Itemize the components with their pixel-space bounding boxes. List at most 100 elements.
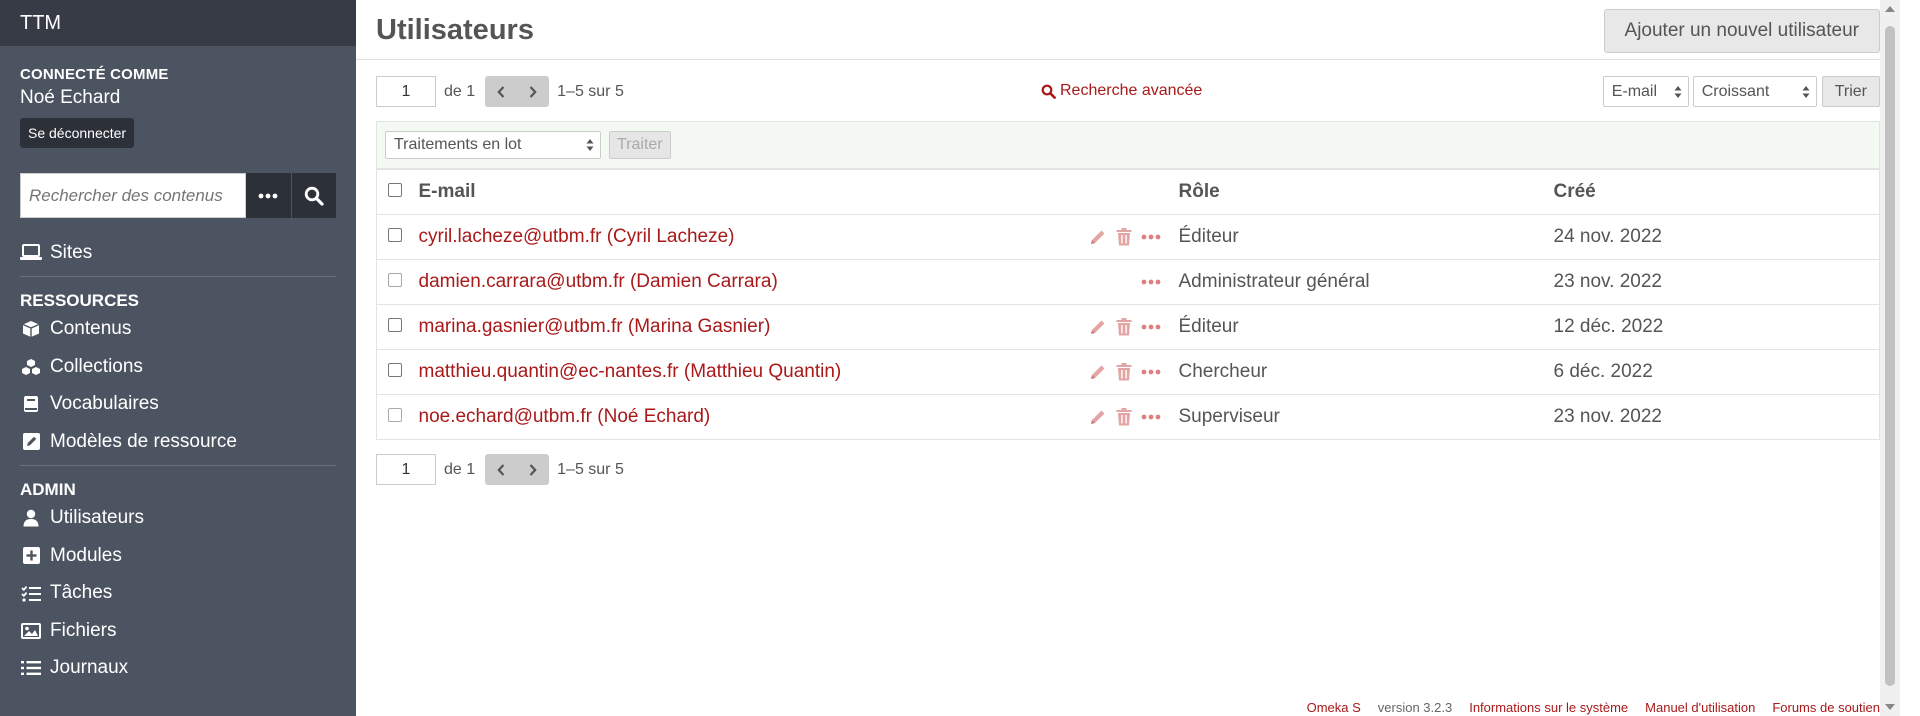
- select-arrows-icon: [1674, 85, 1682, 98]
- row-checkbox[interactable]: [388, 363, 402, 377]
- footer-product-link[interactable]: Omeka S: [1307, 700, 1361, 715]
- email-cell: marina.gasnier@utbm.fr (Marina Gasnier): [418, 304, 1179, 350]
- created-cell: 23 nov. 2022: [1553, 394, 1880, 440]
- more-actions-icon[interactable]: [1141, 279, 1161, 285]
- row-select-cell: [376, 259, 419, 305]
- footer-forums-link[interactable]: Forums de soutien: [1772, 700, 1880, 715]
- sidebar-item-label: Collections: [50, 355, 143, 377]
- user-email-link[interactable]: cyril.lacheze@utbm.fr (Cyril Lacheze): [419, 226, 735, 248]
- edit-icon[interactable]: [1089, 363, 1107, 381]
- page-number-input[interactable]: [376, 454, 436, 485]
- site-brand[interactable]: TTM: [0, 0, 356, 46]
- footer-manual-link[interactable]: Manuel d'utilisation: [1645, 700, 1755, 715]
- sidebar-item-label: Journaux: [50, 657, 129, 679]
- more-actions-icon[interactable]: [1141, 414, 1161, 420]
- logged-in-label: CONNECTÉ COMME: [20, 66, 169, 83]
- more-actions-icon[interactable]: [1141, 369, 1161, 375]
- sort-by-select[interactable]: E-mail: [1602, 76, 1689, 107]
- email-cell: damien.carrara@utbm.fr (Damien Carrara): [418, 259, 1179, 305]
- batch-actions-bar: Traitements en lot Traiter: [376, 121, 1880, 169]
- search-submit-button[interactable]: [291, 173, 336, 218]
- sidebar-item-label: Modèles de ressource: [50, 430, 237, 452]
- table-row: marina.gasnier@utbm.fr (Marina Gasnier) …: [376, 304, 1880, 350]
- delete-icon[interactable]: [1116, 408, 1132, 426]
- logout-button[interactable]: Se déconnecter: [20, 118, 135, 148]
- sidebar-item-sites[interactable]: Sites: [20, 234, 336, 272]
- row-actions: [1089, 363, 1179, 381]
- sidebar-item-vocabulaires[interactable]: Vocabulaires: [20, 386, 336, 424]
- scroll-down-arrow[interactable]: [1885, 704, 1895, 710]
- email-cell: noe.echard@utbm.fr (Noé Echard): [418, 394, 1179, 440]
- sidebar: TTM CONNECTÉ COMME Noé Echard Se déconne…: [0, 0, 356, 716]
- sidebar-item-collections[interactable]: Collections: [20, 348, 336, 386]
- footer-system-info-link[interactable]: Informations sur le système: [1469, 700, 1628, 715]
- footer: Omeka S version 3.2.3 Informations sur l…: [1307, 700, 1880, 715]
- delete-icon[interactable]: [1116, 363, 1132, 381]
- user-name-link[interactable]: Noé Echard: [20, 87, 336, 109]
- sort-order-select[interactable]: Croissant: [1692, 76, 1817, 107]
- row-checkbox[interactable]: [388, 228, 402, 242]
- tasks-icon: [20, 583, 42, 603]
- sidebar-item-utilisateurs[interactable]: Utilisateurs: [20, 500, 336, 538]
- table-header-row: E-mail Rôle Créé: [376, 169, 1880, 215]
- divider: [20, 275, 336, 277]
- user-email-link[interactable]: marina.gasnier@utbm.fr (Marina Gasnier): [419, 316, 771, 338]
- scroll-up-arrow[interactable]: [1885, 6, 1895, 12]
- select-all-checkbox[interactable]: [388, 183, 402, 197]
- select-arrows-icon: [1802, 85, 1810, 98]
- search-input[interactable]: [20, 173, 246, 218]
- delete-icon[interactable]: [1116, 318, 1132, 336]
- row-actions: [1089, 228, 1179, 246]
- search-options-button[interactable]: [246, 173, 291, 218]
- advanced-search-link[interactable]: Recherche avancée: [1041, 82, 1202, 100]
- batch-go-button[interactable]: Traiter: [609, 131, 671, 159]
- add-user-button[interactable]: Ajouter un nouvel utilisateur: [1603, 9, 1880, 53]
- user-email-link[interactable]: damien.carrara@utbm.fr (Damien Carrara): [419, 271, 778, 293]
- more-actions-icon[interactable]: [1141, 324, 1161, 330]
- sidebar-search: [20, 173, 336, 218]
- chevron-right-icon: [529, 463, 537, 476]
- next-page-button[interactable]: [517, 454, 549, 485]
- row-checkbox[interactable]: [388, 273, 402, 287]
- sort-button[interactable]: Trier: [1821, 76, 1880, 107]
- next-page-button[interactable]: [517, 76, 549, 107]
- role-cell: Chercheur: [1178, 349, 1554, 395]
- delete-icon[interactable]: [1116, 228, 1132, 246]
- sidebar-item-journaux[interactable]: Journaux: [20, 650, 336, 688]
- sidebar-item-fichiers[interactable]: Fichiers: [20, 612, 336, 650]
- column-header-email: E-mail: [418, 169, 1179, 215]
- scrollbar-thumb[interactable]: [1885, 26, 1895, 686]
- main-content: Utilisateurs Ajouter un nouvel utilisate…: [356, 0, 1900, 716]
- edit-icon[interactable]: [1089, 228, 1107, 246]
- section-title-resources: RESSOURCES: [20, 290, 140, 310]
- select-arrows-icon: [586, 139, 594, 151]
- sidebar-item-label: Contenus: [50, 318, 132, 340]
- edit-icon[interactable]: [1089, 318, 1107, 336]
- chevron-right-icon: [529, 85, 537, 98]
- row-checkbox[interactable]: [388, 318, 402, 332]
- previous-page-button[interactable]: [485, 454, 517, 485]
- previous-page-button[interactable]: [485, 76, 517, 107]
- table-row: cyril.lacheze@utbm.fr (Cyril Lacheze) Éd…: [376, 214, 1880, 260]
- column-header-created: Créé: [1553, 169, 1880, 215]
- sidebar-item-modules[interactable]: Modules: [20, 537, 336, 575]
- more-actions-icon[interactable]: [1141, 234, 1161, 240]
- batch-actions-select[interactable]: Traitements en lot: [385, 131, 601, 159]
- sidebar-item-contenus[interactable]: Contenus: [20, 311, 336, 349]
- row-actions: [1089, 318, 1179, 336]
- row-checkbox[interactable]: [388, 408, 402, 422]
- sidebar-item-label: Sites: [50, 241, 93, 263]
- edit-icon[interactable]: [1089, 408, 1107, 426]
- sidebar-item-modeles[interactable]: Modèles de ressource: [20, 423, 336, 461]
- sidebar-item-taches[interactable]: Tâches: [20, 575, 336, 613]
- user-email-link[interactable]: noe.echard@utbm.fr (Noé Echard): [419, 406, 711, 428]
- role-cell: Administrateur général: [1178, 259, 1554, 305]
- user-email-link[interactable]: matthieu.quantin@ec-nantes.fr (Matthieu …: [419, 361, 842, 383]
- column-header-label: Créé: [1553, 181, 1596, 202]
- page-number-input[interactable]: [376, 76, 436, 107]
- table-row: damien.carrara@utbm.fr (Damien Carrara) …: [376, 259, 1880, 305]
- sort-controls: E-mail Croissant Trier: [1602, 76, 1880, 107]
- search-icon: [304, 186, 324, 206]
- results-range: 1–5 sur 5: [557, 460, 624, 478]
- scrollbar[interactable]: [1880, 0, 1900, 716]
